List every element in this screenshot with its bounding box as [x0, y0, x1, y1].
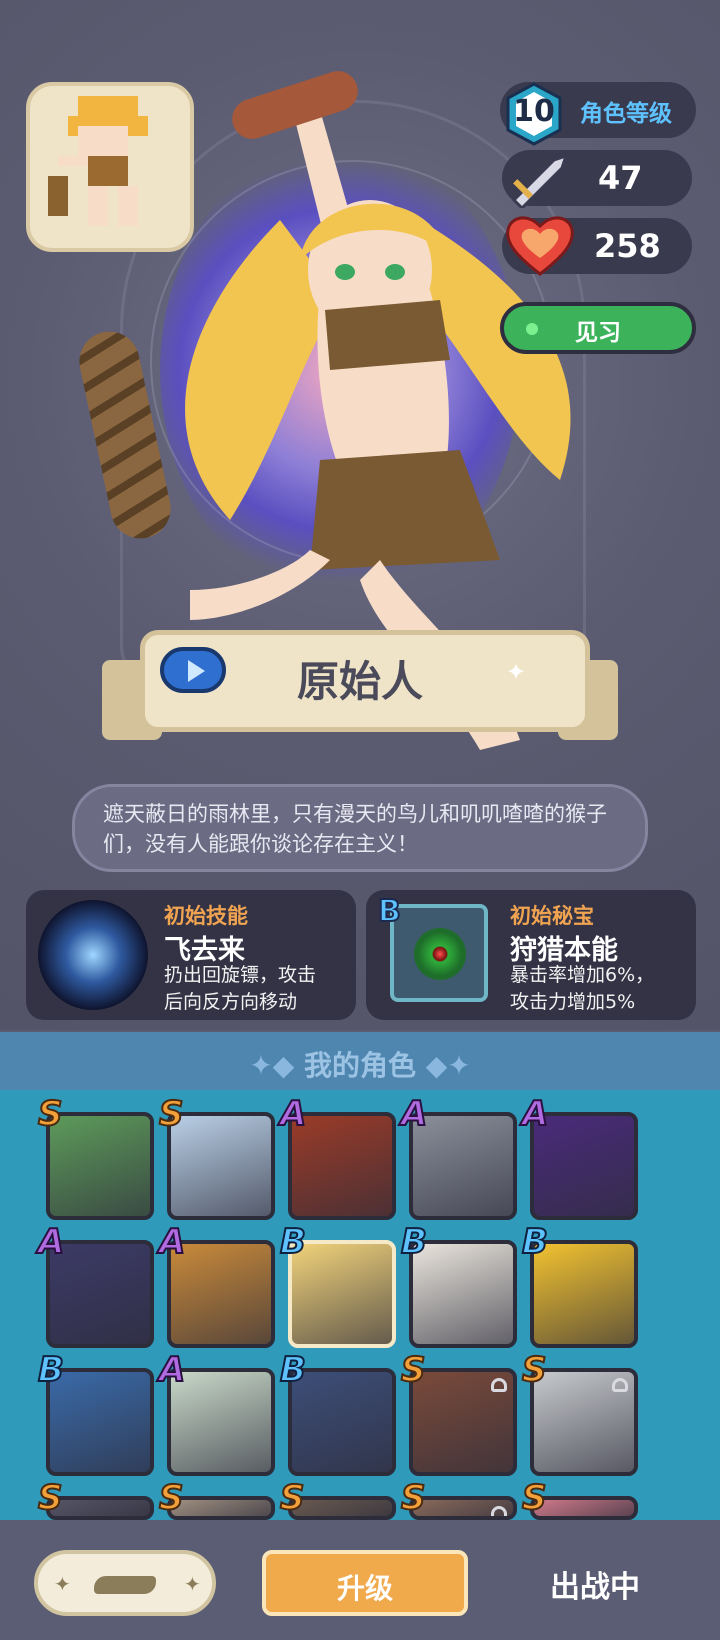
treasure-desc-line1: 暴击率增加6%，: [510, 964, 655, 986]
character-description: 遮天蔽日的雨林里，只有漫天的鸟儿和叽叽喳喳的猴子们，没有人能跟你谈论存在主义！: [72, 784, 648, 872]
rank-badge: B: [279, 1349, 307, 1391]
rank-badge: S: [521, 1349, 547, 1391]
upgrade-label: 升级: [336, 1572, 393, 1605]
rank-badge: S: [158, 1477, 184, 1519]
lock-icon: [612, 1378, 628, 1392]
status-label: 见习: [575, 320, 621, 346]
roster-title: ✦◆ 我的角色 ◆✦: [0, 1044, 720, 1084]
initial-treasure-card[interactable]: B 初始秘宝 狩猎本能 暴击率增加6%， 攻击力增加5%: [366, 890, 696, 1020]
rank-badge: B: [279, 1221, 307, 1263]
rank-badge: S: [400, 1477, 426, 1519]
initial-skill-card[interactable]: 初始技能 飞去来 扔出回旋镖，攻击 后向反方向移动: [26, 890, 356, 1020]
treasure-rank-badge: B: [377, 893, 402, 930]
rank-badge: S: [400, 1349, 426, 1391]
rank-badge: A: [400, 1093, 428, 1135]
level-value: 10: [513, 94, 555, 129]
sword-icon: [511, 153, 569, 208]
eye-leaf-icon: [414, 928, 466, 980]
treasure-frame: [390, 904, 488, 1002]
upgrade-button[interactable]: 升级: [262, 1550, 468, 1616]
rank-badge: B: [37, 1349, 65, 1391]
sparkle-icon: ✦: [506, 658, 527, 686]
treasure-description: 暴击率增加6%， 攻击力增加5%: [510, 962, 654, 1016]
rank-badge: A: [158, 1349, 186, 1391]
level-label: 角色等级: [580, 101, 672, 127]
hp-value: 258: [594, 227, 661, 265]
skill-desc-line1: 扔出回旋镖，攻击: [164, 964, 317, 986]
rank-badge: S: [158, 1093, 184, 1135]
rank-badge: S: [521, 1477, 547, 1519]
rank-badge: A: [521, 1093, 549, 1135]
lock-icon: [491, 1378, 507, 1392]
boomerang-skill-icon: [38, 900, 148, 1010]
sparkle-left-icon: ✦: [54, 1572, 71, 1596]
rank-badge: A: [37, 1221, 65, 1263]
skill-desc-line2: 后向反方向移动: [164, 991, 298, 1013]
attack-value: 47: [598, 159, 643, 197]
heart-icon: [506, 216, 574, 276]
rank-badge: B: [400, 1221, 428, 1263]
deployed-status: 出战中: [550, 1570, 640, 1605]
description-text: 遮天蔽日的雨林里，只有漫天的鸟儿和叽叽喳喳的猴子们，没有人能跟你谈论存在主义！: [103, 802, 607, 856]
ornament-right-icon: ◆✦: [425, 1049, 471, 1082]
treasure-desc-line2: 攻击力增加5%: [510, 991, 636, 1013]
play-voice-button[interactable]: [160, 647, 226, 693]
pixel-avatar-icon: [48, 96, 148, 226]
pixel-portrait: [26, 82, 194, 252]
treasure-title: 初始秘宝: [510, 904, 594, 928]
status-badge: 见习: [500, 302, 696, 354]
play-icon: [188, 660, 205, 682]
roster-title-text: 我的角色: [303, 1049, 416, 1082]
lock-icon: [491, 1506, 507, 1516]
skill-title: 初始技能: [164, 904, 248, 928]
skin-icon: [94, 1576, 156, 1594]
sparkle-right-icon: ✦: [184, 1572, 201, 1596]
character-name: 原始人: [296, 657, 423, 706]
rank-badge: B: [521, 1221, 549, 1263]
rank-badge: S: [37, 1477, 63, 1519]
skill-description: 扔出回旋镖，攻击 后向反方向移动: [164, 962, 316, 1016]
rank-badge: S: [37, 1093, 63, 1135]
rank-badge: A: [158, 1221, 186, 1263]
ornament-left-icon: ✦◆: [249, 1049, 304, 1082]
rank-badge: A: [279, 1093, 307, 1135]
skin-button[interactable]: ✦ ✦: [34, 1550, 216, 1616]
rank-badge: S: [279, 1477, 305, 1519]
